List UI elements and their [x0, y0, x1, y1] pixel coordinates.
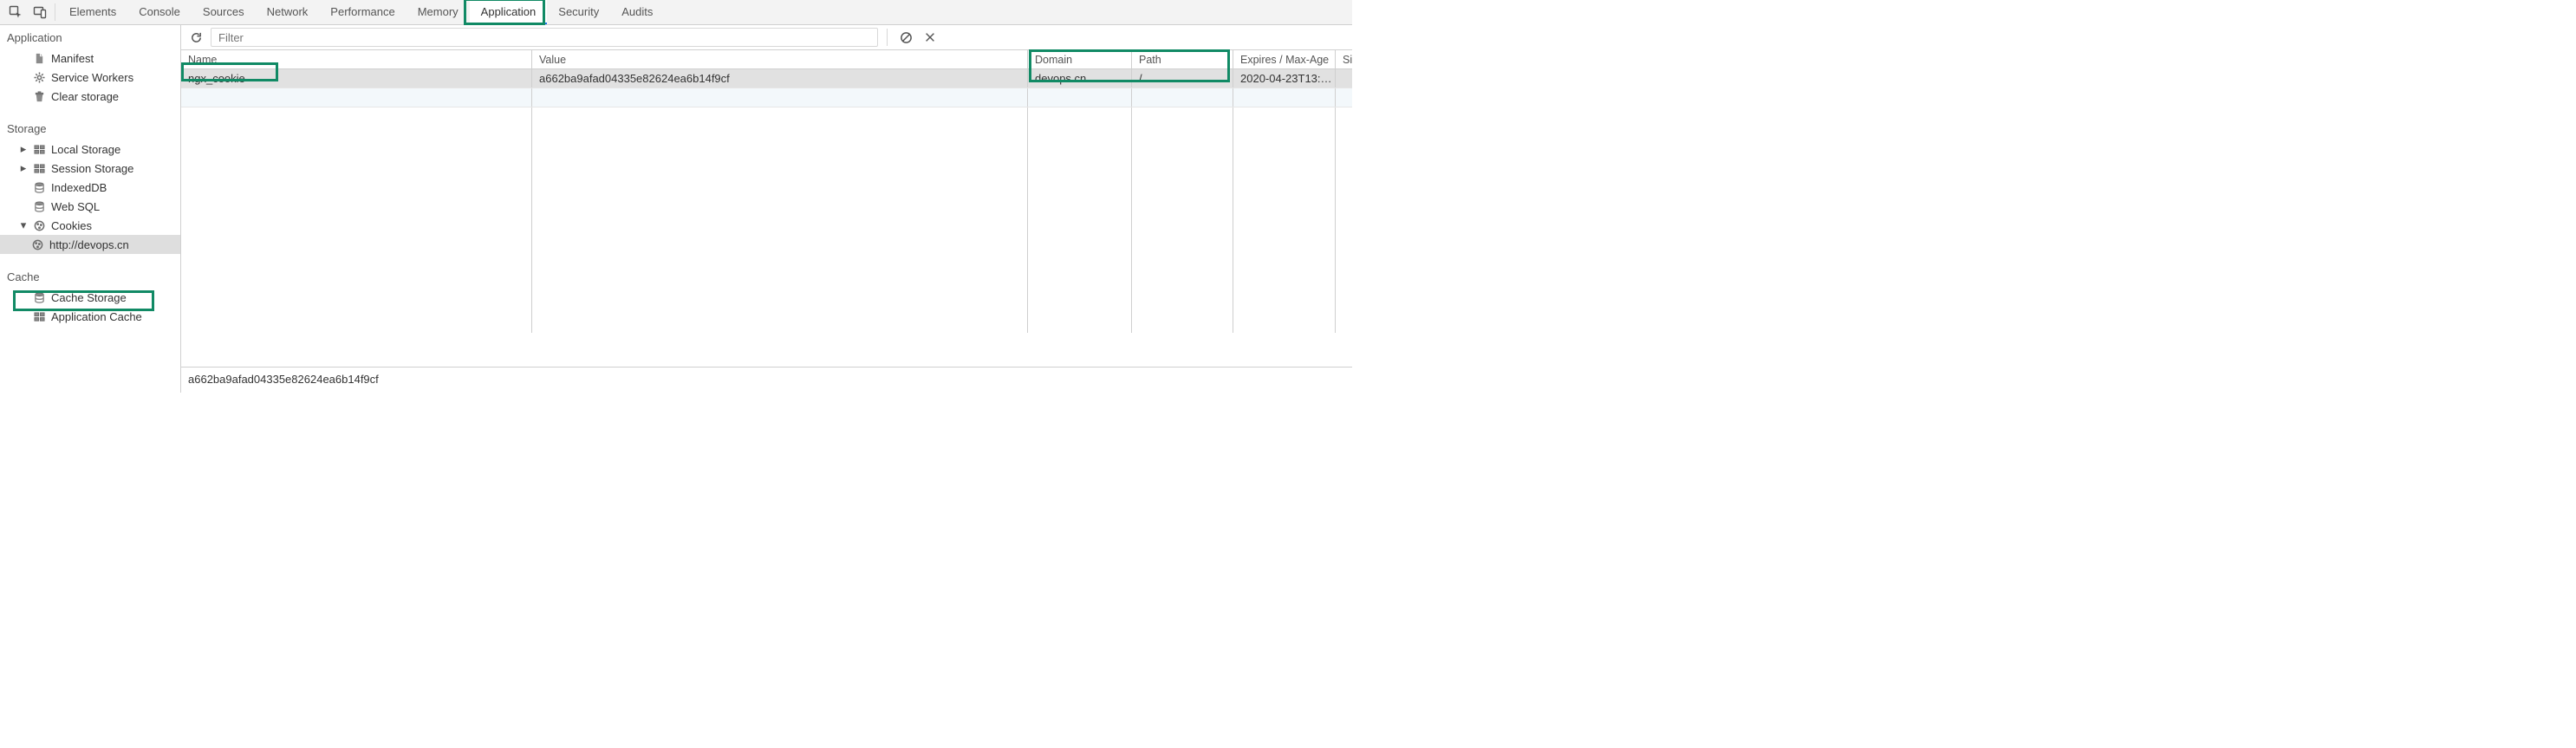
cell-domain[interactable]: devops.cn — [1028, 69, 1132, 88]
col-value[interactable]: Value — [532, 50, 1028, 68]
sidebar-item-label: Session Storage — [51, 162, 133, 175]
delete-icon[interactable] — [920, 28, 940, 47]
table-row[interactable]: ngx_cookie a662ba9afad04335e82624ea6b14f… — [181, 69, 1352, 88]
section-storage-title: Storage — [0, 116, 180, 140]
clear-all-icon[interactable] — [896, 28, 915, 47]
sidebar-item-label: Manifest — [51, 52, 94, 65]
chevron-right-icon[interactable]: ▸ — [19, 161, 28, 175]
database-icon — [33, 181, 46, 194]
cookie-detail-value: a662ba9afad04335e82624ea6b14f9cf — [181, 367, 1352, 393]
col-name[interactable]: Name — [181, 50, 532, 68]
cookie-icon — [31, 238, 44, 251]
tab-elements[interactable]: Elements — [58, 0, 127, 24]
cookies-table-body: ngx_cookie a662ba9afad04335e82624ea6b14f… — [181, 69, 1352, 367]
tab-sources[interactable]: Sources — [192, 0, 256, 24]
col-domain[interactable]: Domain — [1028, 50, 1132, 68]
tab-performance[interactable]: Performance — [319, 0, 406, 24]
cookies-grid: Name Value Domain Path Expires / Max-Age… — [181, 50, 1352, 393]
storage-icon — [33, 162, 46, 175]
sidebar-item-label: http://devops.cn — [49, 238, 129, 251]
cookie-icon — [33, 219, 46, 232]
sidebar-item-web-sql[interactable]: Web SQL — [0, 197, 180, 216]
application-sidebar: Application Manifest Service Workers Cle… — [0, 25, 181, 393]
cookies-panel: Name Value Domain Path Expires / Max-Age… — [181, 25, 1352, 393]
cell-value[interactable]: a662ba9afad04335e82624ea6b14f9cf — [532, 69, 1028, 88]
tab-console[interactable]: Console — [127, 0, 192, 24]
sidebar-item-session-storage[interactable]: ▸ Session Storage — [0, 159, 180, 178]
chevron-right-icon[interactable]: ▸ — [19, 142, 28, 156]
sidebar-item-local-storage[interactable]: ▸ Local Storage — [0, 140, 180, 159]
sidebar-item-label: Local Storage — [51, 143, 120, 156]
device-toolbar-icon[interactable] — [28, 0, 52, 24]
table-column-lines — [181, 107, 1352, 333]
chevron-down-icon[interactable]: ▾ — [19, 218, 28, 232]
sidebar-item-label: Application Cache — [51, 310, 142, 323]
sidebar-item-label: Cookies — [51, 219, 92, 232]
sidebar-item-clear-storage[interactable]: Clear storage — [0, 87, 180, 106]
trash-icon — [33, 90, 46, 103]
sidebar-item-indexeddb[interactable]: IndexedDB — [0, 178, 180, 197]
col-si[interactable]: Si — [1336, 50, 1352, 68]
storage-icon — [33, 143, 46, 156]
tab-memory[interactable]: Memory — [407, 0, 470, 24]
file-icon — [33, 52, 46, 65]
storage-icon — [33, 310, 46, 323]
tab-network[interactable]: Network — [256, 0, 320, 24]
tab-audits[interactable]: Audits — [610, 0, 664, 24]
tab-application[interactable]: Application — [470, 0, 548, 24]
sidebar-item-label: Clear storage — [51, 90, 119, 103]
filter-input[interactable] — [211, 28, 878, 47]
sidebar-item-manifest[interactable]: Manifest — [0, 49, 180, 68]
cookies-table-header: Name Value Domain Path Expires / Max-Age… — [181, 50, 1352, 69]
cell-expires[interactable]: 2020-04-23T13:… — [1233, 69, 1336, 88]
sidebar-item-label: Cache Storage — [51, 291, 127, 304]
cookies-toolbar — [181, 25, 1352, 50]
sidebar-item-label: Web SQL — [51, 200, 100, 213]
toolbar-separator — [887, 29, 888, 46]
sidebar-item-cookie-origin[interactable]: http://devops.cn — [0, 235, 180, 254]
sidebar-item-label: Service Workers — [51, 71, 133, 84]
gear-icon — [33, 71, 46, 84]
tab-security[interactable]: Security — [547, 0, 610, 24]
cell-si[interactable] — [1336, 69, 1352, 88]
devtools-tabstrip: Elements Console Sources Network Perform… — [0, 0, 1352, 25]
inspect-element-icon[interactable] — [3, 0, 28, 24]
database-icon — [33, 291, 46, 304]
table-row-empty[interactable] — [181, 88, 1352, 107]
sidebar-item-label: IndexedDB — [51, 181, 107, 194]
col-expires[interactable]: Expires / Max-Age — [1233, 50, 1336, 68]
sidebar-item-cache-storage[interactable]: Cache Storage — [0, 288, 180, 307]
refresh-icon[interactable] — [186, 28, 205, 47]
cell-path[interactable]: / — [1132, 69, 1233, 88]
section-application-title: Application — [0, 25, 180, 49]
sidebar-item-cookies[interactable]: ▾ Cookies — [0, 216, 180, 235]
cell-name[interactable]: ngx_cookie — [181, 69, 532, 88]
section-cache-title: Cache — [0, 264, 180, 288]
sidebar-item-service-workers[interactable]: Service Workers — [0, 68, 180, 87]
database-icon — [33, 200, 46, 213]
col-path[interactable]: Path — [1132, 50, 1233, 68]
sidebar-item-application-cache[interactable]: Application Cache — [0, 307, 180, 326]
